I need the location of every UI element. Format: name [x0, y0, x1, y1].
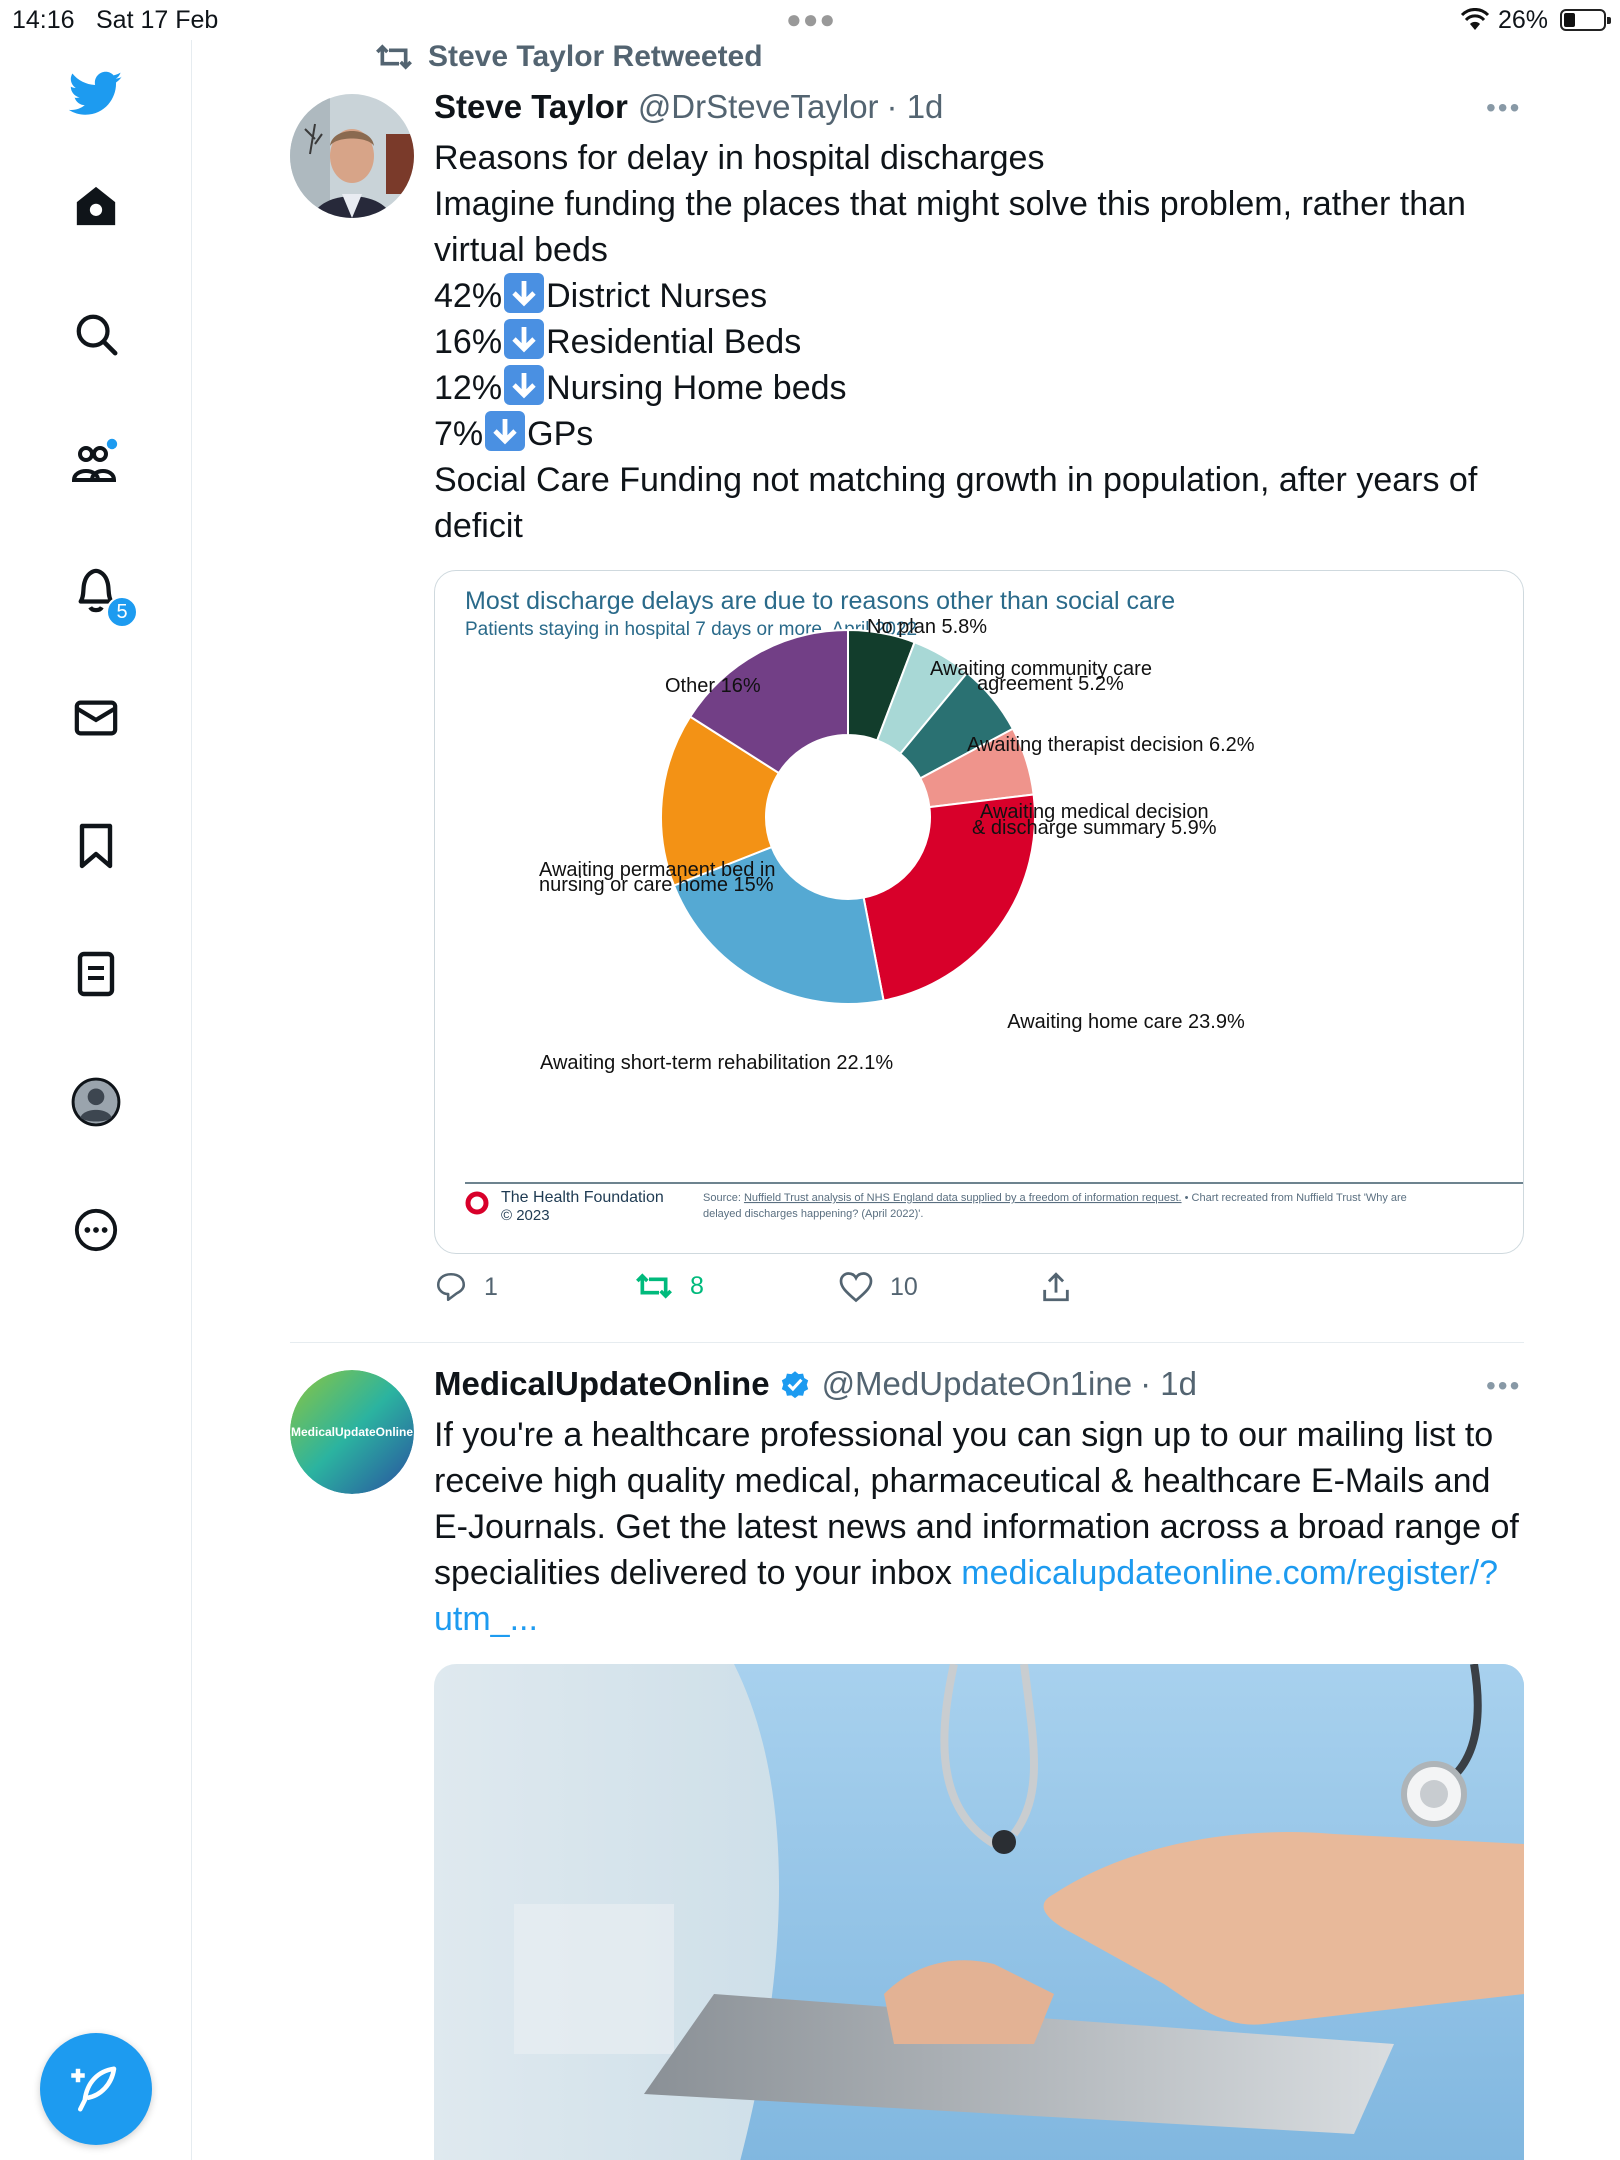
- communities-icon[interactable]: [66, 432, 126, 492]
- verified-badge-icon: [781, 1371, 808, 1399]
- slice-label: Awaiting home care 23.9%: [1007, 1011, 1245, 1033]
- stat-line: 7% GPs: [434, 411, 1524, 457]
- slice-label: agreement 5.2%: [977, 673, 1124, 695]
- health-foundation-logo-icon: [465, 1191, 489, 1215]
- profile-avatar-icon[interactable]: [66, 1072, 126, 1132]
- multitasking-dots-icon[interactable]: ●●●: [786, 4, 836, 35]
- footer-year: © 2023: [501, 1207, 550, 1224]
- retweet-label: Steve Taylor Retweeted: [428, 40, 763, 73]
- stat-pct: 7%: [434, 415, 484, 453]
- messages-mail-icon[interactable]: [66, 688, 126, 748]
- tweet2-more-icon[interactable]: •••: [1486, 1370, 1521, 1402]
- slice-label: & discharge summary 5.9%: [972, 817, 1217, 839]
- tweet2-text: If you're a healthcare professional you …: [434, 1412, 1524, 1642]
- stat-line: 16% Residential Beds: [434, 319, 1524, 365]
- avatar-logo-text: MedicalUpdateOnline: [291, 1425, 413, 1439]
- tweet1-text: Reasons for delay in hospital discharges…: [434, 135, 1524, 549]
- tweet1-more-icon[interactable]: •••: [1486, 92, 1521, 124]
- tweet-time[interactable]: · 1d: [887, 88, 944, 126]
- author-name[interactable]: MedicalUpdateOnline: [434, 1365, 770, 1403]
- register-link[interactable]: medicalupdateonline.com/register/?: [961, 1554, 1498, 1592]
- battery-icon: [1560, 9, 1611, 31]
- author-handle[interactable]: @MedUpdateOn1ine: [822, 1365, 1133, 1403]
- more-options-circle-icon[interactable]: [66, 1200, 126, 1260]
- home-icon[interactable]: [66, 176, 126, 236]
- tweet-text-segment: specialities delivered to your inbox: [434, 1554, 962, 1592]
- tweet-text-line: deficit: [434, 507, 523, 545]
- stat-line: 12% Nursing Home beds: [434, 365, 1524, 411]
- author-handle[interactable]: @DrSteveTaylor: [638, 88, 879, 126]
- tweet1-actions: 1 8 10: [434, 1270, 1114, 1320]
- stat-label: District Nurses: [546, 277, 768, 315]
- tweet-text-line: If you're a healthcare professional you …: [434, 1416, 1494, 1454]
- donut-chart: Most discharge delays are due to reasons…: [465, 587, 1523, 1224]
- retweet-action-icon: [636, 1273, 672, 1299]
- stat-label: GPs: [527, 415, 594, 453]
- reply-button[interactable]: 1: [434, 1270, 498, 1304]
- tweet2-photo[interactable]: [434, 1664, 1524, 2160]
- heart-icon: [839, 1272, 873, 1303]
- tweet-text-line: specialities delivered to your inbox med…: [434, 1550, 1524, 1596]
- tweet-text-line: Imagine funding the places that might so…: [434, 185, 1466, 223]
- slice-label: Awaiting short-term rehabilitation 22.1%: [540, 1052, 893, 1074]
- tweet-divider: [290, 1342, 1524, 1343]
- notification-count-badge: 5: [106, 596, 138, 628]
- slice-label: nursing or care home 15%: [539, 874, 774, 896]
- stat-label: Residential Beds: [546, 323, 802, 361]
- chart-source-line2: delayed discharges happening? (April 202…: [703, 1208, 923, 1220]
- bookmarks-icon[interactable]: [66, 816, 126, 876]
- explore-search-icon[interactable]: [66, 304, 126, 364]
- tweet2-header: MedicalUpdateOnline @MedUpdateOn1ine · 1…: [434, 1365, 1197, 1403]
- tweet-text-line: virtual beds: [434, 231, 608, 269]
- retweet-icon: [376, 44, 412, 70]
- status-bar: 14:16 Sat 17 Feb ●●● 26%: [0, 0, 1620, 40]
- stat-pct: 12%: [434, 369, 503, 407]
- chart-title: Most discharge delays are due to reasons…: [465, 587, 1175, 615]
- like-button[interactable]: 10: [838, 1270, 918, 1304]
- down-arrow-icon: [485, 411, 526, 451]
- like-count: 10: [890, 1272, 918, 1301]
- medicalupdateonline-avatar[interactable]: MedicalUpdateOnline: [290, 1370, 414, 1494]
- wifi-icon: [1460, 8, 1490, 30]
- tweet-text-line: Reasons for delay in hospital discharges: [434, 139, 1045, 177]
- battery-percent: 26%: [1498, 6, 1549, 34]
- down-arrow-icon: [504, 365, 545, 405]
- tweet-text-line: receive high quality medical, pharmaceut…: [434, 1462, 1491, 1500]
- slice-label: Other 16%: [665, 675, 761, 697]
- tweet-text-line: E-Journals. Get the latest news and info…: [434, 1508, 1519, 1546]
- stat-pct: 42%: [434, 277, 503, 315]
- author-name[interactable]: Steve Taylor: [434, 88, 628, 126]
- reply-count: 1: [484, 1272, 498, 1301]
- chart-source: Source: Nuffield Trust analysis of NHS E…: [703, 1192, 1407, 1204]
- lists-icon[interactable]: [66, 944, 126, 1004]
- compose-tweet-button[interactable]: [40, 2033, 152, 2145]
- tweet-text-line: Social Care Funding not matching growth …: [434, 461, 1478, 499]
- compose-feather-icon: [71, 2066, 117, 2112]
- sidebar-nav: 5: [0, 40, 192, 2160]
- status-time: 14:16: [12, 6, 75, 34]
- retweet-indicator[interactable]: Steve Taylor Retweeted: [374, 40, 763, 74]
- stat-pct: 16%: [434, 323, 503, 361]
- down-arrow-icon: [504, 273, 545, 313]
- tweet1-header: Steve Taylor @DrSteveTaylor · 1d: [434, 88, 943, 126]
- stat-label: Nursing Home beds: [546, 369, 847, 407]
- chart-image-card[interactable]: Most discharge delays are due to reasons…: [434, 570, 1524, 1254]
- down-arrow-icon: [504, 319, 545, 359]
- retweet-count: 8: [690, 1271, 704, 1300]
- share-icon: [1043, 1272, 1069, 1302]
- footer-org: The Health Foundation: [501, 1189, 664, 1206]
- retweet-button[interactable]: 8: [634, 1270, 704, 1302]
- share-button[interactable]: [1040, 1270, 1072, 1304]
- steve-taylor-avatar[interactable]: [290, 94, 414, 218]
- register-link-continued[interactable]: utm_...: [434, 1596, 1524, 1642]
- slice-label: No plan 5.8%: [867, 616, 987, 638]
- slice-label: Awaiting therapist decision 6.2%: [967, 734, 1255, 756]
- stat-line: 42% District Nurses: [434, 273, 1524, 319]
- twitter-logo-icon[interactable]: [66, 64, 126, 124]
- status-date: Sat 17 Feb: [96, 6, 219, 34]
- reply-icon: [436, 1272, 466, 1302]
- tweet-time[interactable]: · 1d: [1140, 1365, 1197, 1403]
